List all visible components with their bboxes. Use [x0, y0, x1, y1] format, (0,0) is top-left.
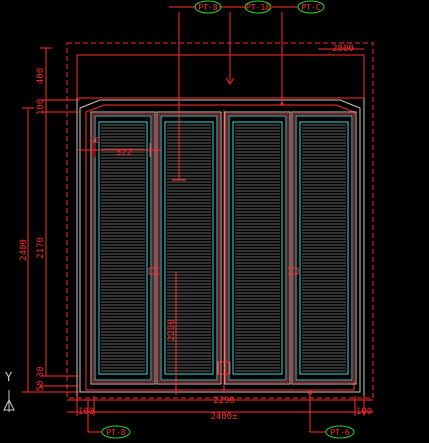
tag-label: PT-C [301, 3, 320, 12]
opening-frame [79, 99, 361, 393]
outer-frame [66, 42, 374, 399]
dim-stile-width: 322 [116, 148, 132, 158]
top-transom [76, 54, 365, 99]
dim-bottom-2400: 2400± [210, 412, 238, 422]
panel-height-label: 2290 [167, 319, 177, 341]
tag-label: PT-6 [330, 428, 349, 437]
dim-top-right: 2800 [332, 44, 354, 54]
ucs-axis-icon: Y [3, 370, 15, 412]
dim-left-30: 30 [36, 367, 46, 378]
tag-label: PT-8 [198, 3, 217, 12]
dim-bottom-right-100: 100 [356, 407, 372, 417]
tag-bottom-left: PT-8 [101, 425, 131, 439]
tag-label: PT-8 [106, 428, 125, 437]
dim-stile-left-mark: 50 [90, 136, 100, 145]
tag-bottom-right: PT-6 [325, 425, 355, 439]
tag-top-left: PT-8 [194, 0, 222, 14]
tag-label: PT-10 [246, 3, 270, 12]
tag-top-mid: PT-10 [244, 0, 272, 14]
dim-bottom-2290: 2290 [213, 396, 235, 406]
dim-left-400: 400 [36, 68, 46, 84]
y-axis-label: Y [5, 370, 13, 384]
dim-bottom-left-100: 100 [78, 407, 94, 417]
cad-drawing: PT-8 PT-10 PT-C 2800 400 100 2400 2170 5… [3, 0, 374, 439]
dim-left-100: 100 [36, 99, 46, 115]
tag-top-right: PT-C [297, 0, 325, 14]
leader-dot [280, 102, 284, 106]
dim-left-50: 50 [36, 381, 46, 392]
dim-left-2400: 2400 [19, 239, 29, 261]
dim-left-2170: 2170 [36, 237, 46, 259]
